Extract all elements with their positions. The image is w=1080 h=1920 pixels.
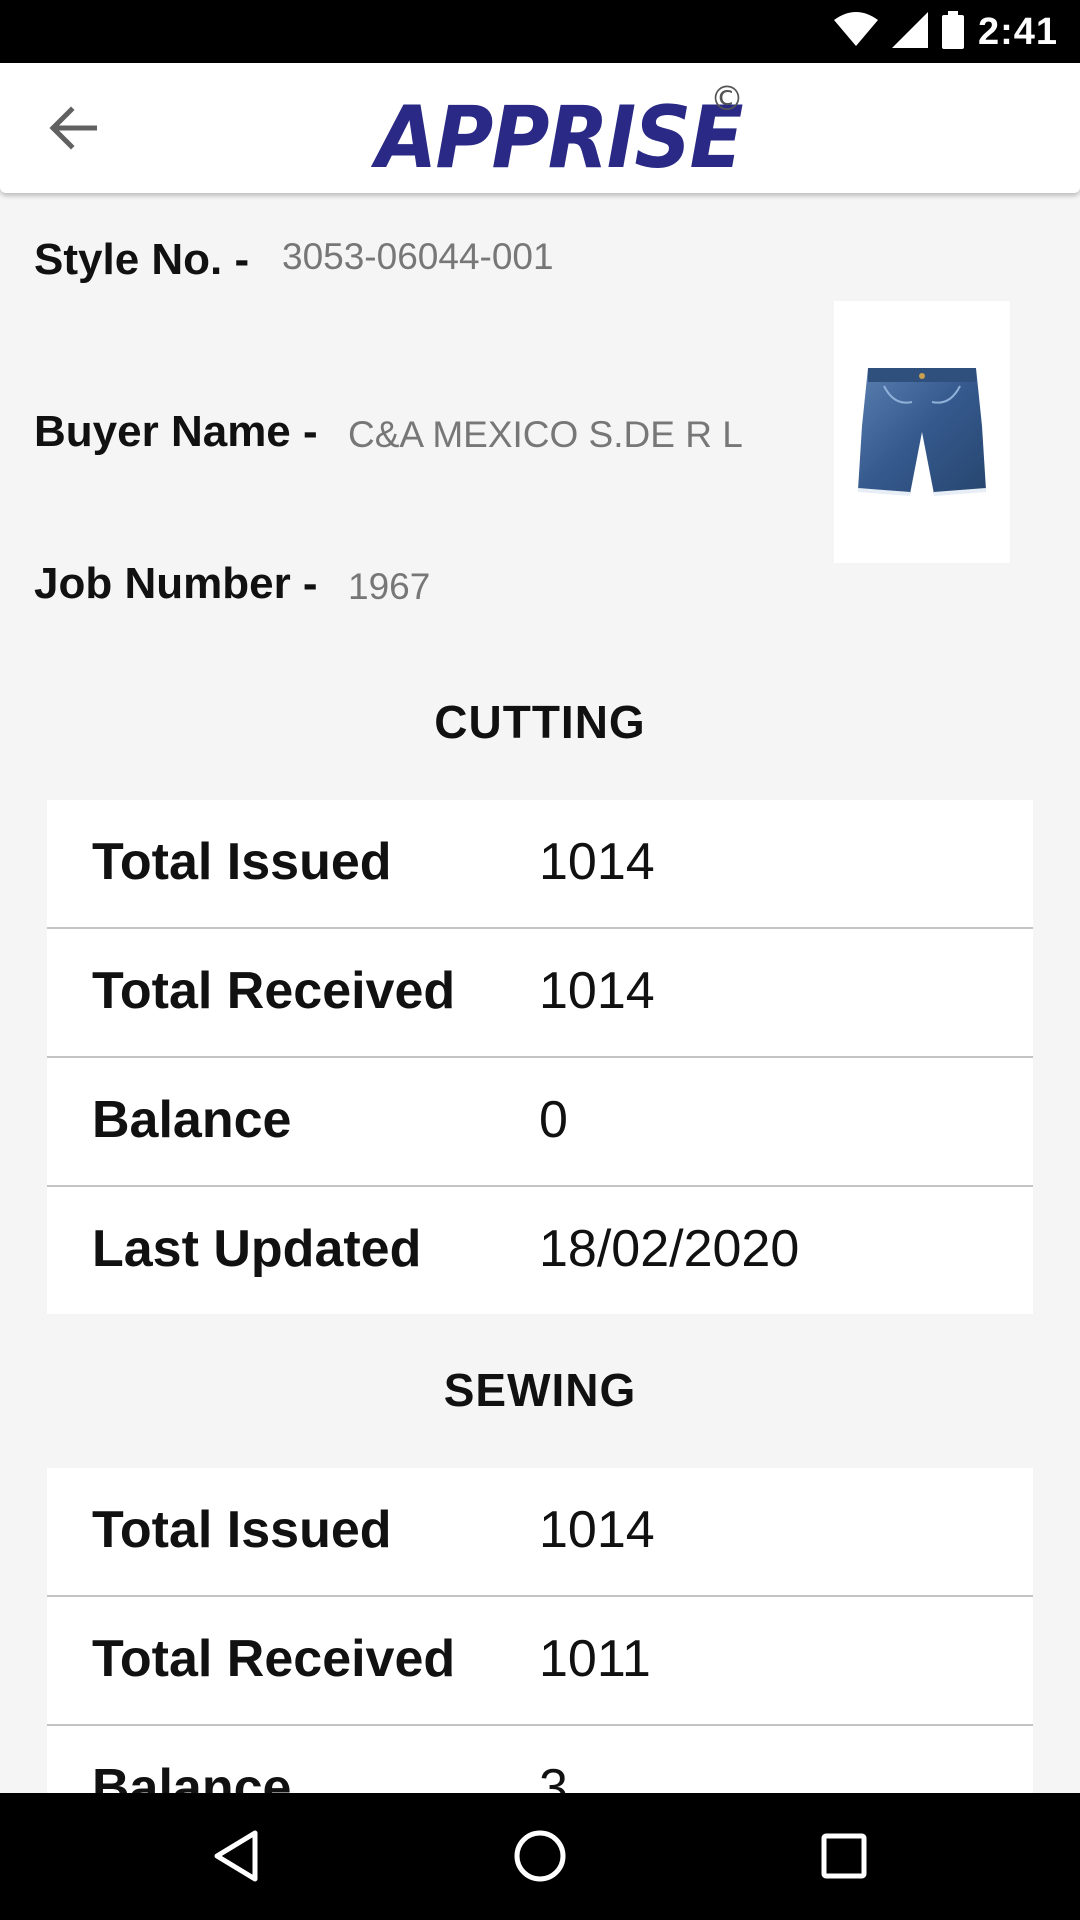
copyright-mark: © bbox=[710, 79, 744, 119]
job-label: Job Number - bbox=[34, 559, 318, 608]
row-label: Total Issued bbox=[92, 833, 392, 891]
style-value: 3053-06044-001 bbox=[282, 236, 554, 277]
buyer-label: Buyer Name - bbox=[34, 407, 318, 456]
row-value: 0 bbox=[539, 1091, 568, 1149]
logo-text: APPRISE bbox=[376, 88, 744, 188]
section-title-sewing: SEWING bbox=[443, 1364, 637, 1416]
back-button[interactable] bbox=[38, 95, 108, 165]
buyer-value: C&A MEXICO S.DE R L bbox=[348, 414, 743, 455]
table-row: Total Issued 1014 bbox=[47, 800, 1033, 929]
product-image bbox=[834, 301, 1010, 563]
row-value: 1014 bbox=[539, 833, 655, 891]
row-label: Total Received bbox=[92, 1630, 456, 1688]
status-time: 2:41 bbox=[977, 10, 1058, 53]
nav-home-icon bbox=[513, 1829, 567, 1888]
row-label: Total Received bbox=[92, 962, 456, 1020]
row-label: Total Issued bbox=[92, 1501, 392, 1559]
style-label: Style No. - bbox=[34, 235, 250, 284]
denim-shorts-image bbox=[857, 368, 987, 496]
app-logo: APPRISE © bbox=[376, 79, 774, 193]
row-value: 3 bbox=[539, 1759, 568, 1793]
section-title-cutting: CUTTING bbox=[434, 696, 646, 748]
battery-icon bbox=[941, 10, 964, 54]
row-label: Balance bbox=[92, 1091, 292, 1149]
nav-back-icon bbox=[211, 1829, 261, 1888]
status-bar: 2:41 bbox=[0, 0, 1080, 63]
arrow-left-icon bbox=[49, 105, 98, 155]
cutting-card: Total Issued 1014 Total Received 1014 Ba… bbox=[47, 800, 1033, 1314]
job-value: 1967 bbox=[348, 566, 431, 607]
table-row: Balance 3 bbox=[47, 1726, 1033, 1793]
status-icons: 2:41 bbox=[833, 10, 1058, 54]
nav-back-button[interactable] bbox=[191, 1813, 281, 1903]
detail-content[interactable]: Style No. - 3053-06044-001 Buyer Name - … bbox=[0, 193, 1080, 1793]
table-row: Balance 0 bbox=[47, 1058, 1033, 1187]
wifi-icon bbox=[833, 11, 878, 53]
table-row: Total Received 1014 bbox=[47, 929, 1033, 1058]
row-label: Balance bbox=[92, 1759, 292, 1793]
row-value: 1011 bbox=[539, 1630, 651, 1688]
row-value: 18/02/2020 bbox=[539, 1220, 800, 1278]
row-value: 1014 bbox=[539, 962, 655, 1020]
table-row: Last Updated 18/02/2020 bbox=[47, 1187, 1033, 1314]
cell-signal-icon bbox=[891, 11, 928, 53]
app-bar: APPRISE © bbox=[0, 63, 1080, 193]
table-row: Total Received 1011 bbox=[47, 1597, 1033, 1726]
nav-recents-icon bbox=[820, 1832, 868, 1885]
sewing-card: Total Issued 1014 Total Received 1011 Ba… bbox=[47, 1468, 1033, 1793]
row-label: Last Updated bbox=[92, 1220, 422, 1278]
nav-recents-button[interactable] bbox=[799, 1813, 889, 1903]
nav-home-button[interactable] bbox=[495, 1813, 585, 1903]
system-nav-bar bbox=[0, 1793, 1080, 1920]
table-row: Total Issued 1014 bbox=[47, 1468, 1033, 1597]
row-value: 1014 bbox=[539, 1501, 655, 1559]
